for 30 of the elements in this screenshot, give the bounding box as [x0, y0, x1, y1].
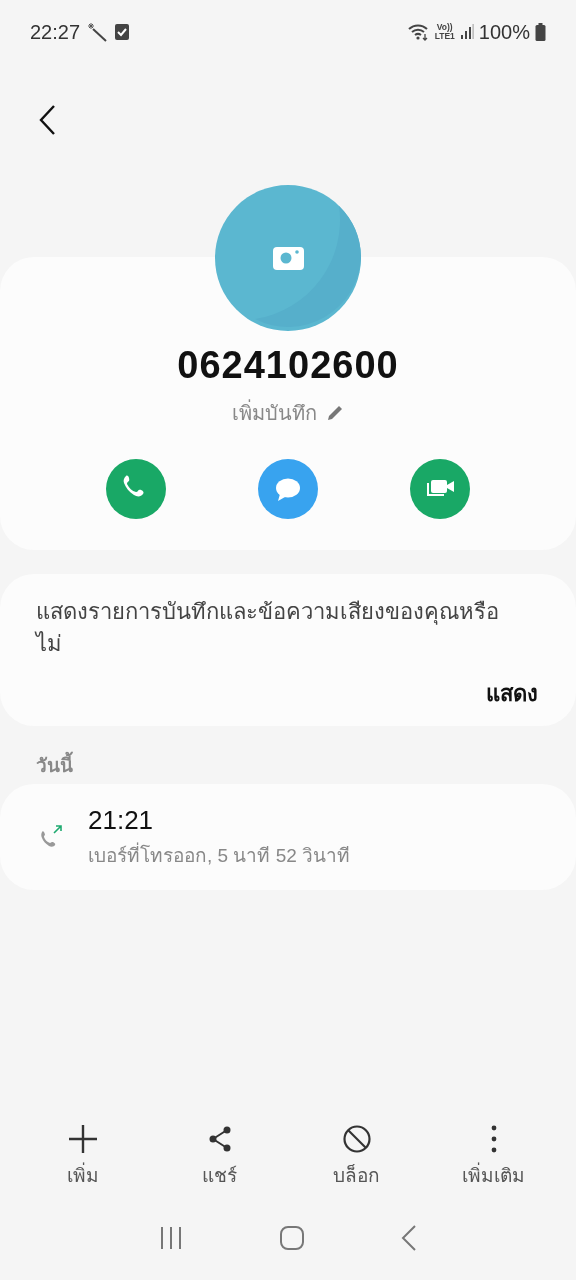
checklist-icon	[114, 23, 131, 41]
add-button[interactable]: เพิ่ม	[27, 1124, 138, 1196]
outgoing-call-icon	[38, 824, 64, 850]
back-button[interactable]	[38, 104, 58, 136]
volte-label: Vo))	[436, 23, 453, 32]
home-button[interactable]	[280, 1226, 304, 1250]
phone-number: 0624102600	[177, 343, 399, 387]
more-icon	[489, 1124, 498, 1154]
battery-icon	[535, 23, 546, 41]
show-button[interactable]: แสดง	[486, 676, 538, 711]
call-button[interactable]	[106, 459, 166, 519]
network-label: LTE1	[434, 32, 455, 41]
wifi-icon	[407, 23, 430, 41]
battery-percent: 100%	[478, 20, 530, 44]
recent-apps-button[interactable]	[158, 1226, 183, 1250]
block-icon	[342, 1124, 371, 1154]
share-button[interactable]: แชร์	[164, 1124, 275, 1196]
block-button[interactable]: บล็อก	[301, 1124, 412, 1196]
prompt-text: แสดงรายการบันทึกและข้อความเสียงของคุณหรือไม่	[36, 598, 500, 658]
clock-time: 22:27	[30, 20, 81, 44]
call-log-item[interactable]: 21:21 เบอร์ที่โทรออก, 5 นาที 52 วินาที	[0, 784, 576, 890]
video-call-button[interactable]	[410, 459, 470, 519]
more-button[interactable]: เพิ่มเติม	[438, 1124, 549, 1196]
signal-icon	[459, 24, 474, 40]
plus-icon	[68, 1124, 97, 1154]
section-header: วันนี้	[0, 726, 576, 784]
message-button[interactable]	[258, 459, 318, 519]
call-time: 21:21	[88, 804, 155, 836]
nav-back-button[interactable]	[401, 1225, 418, 1251]
call-detail: เบอร์ที่โทรออก, 5 นาที 52 วินาที	[88, 841, 351, 868]
